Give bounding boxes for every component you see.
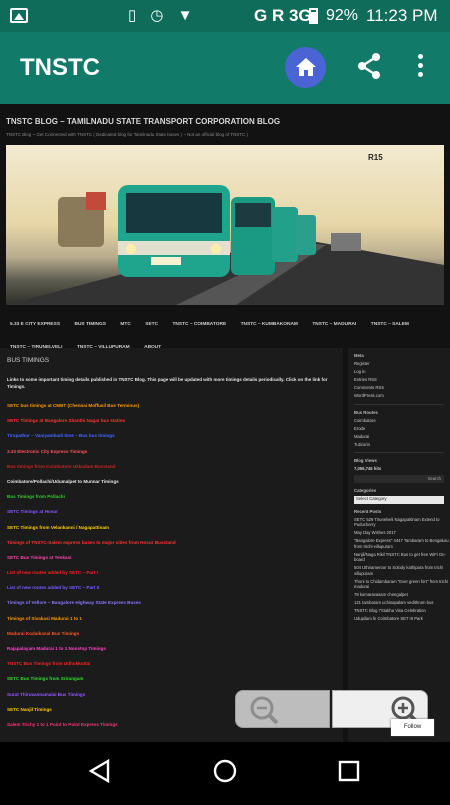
timing-link[interactable]: SETC Timings at Bangalore Shanthi Nagar … <box>7 418 337 433</box>
header-banner-image: R15 <box>6 145 444 305</box>
nav-item-city-express[interactable]: 5.33 E CITY EXPRESS <box>10 322 60 327</box>
timing-link[interactable]: Timings of Vellore – Bangalore Highway S… <box>7 600 337 615</box>
recent-post-link[interactable]: TNSTC Blog 7Stakha Visa Celebration <box>354 608 450 614</box>
zoom-out-button[interactable] <box>235 690 330 728</box>
blog-title[interactable]: TNSTC BLOG – TAMILNADU STATE TRANSPORT C… <box>6 117 280 126</box>
nav-item-mtc[interactable]: MTC <box>120 322 130 327</box>
nav-item-kumbakonam[interactable]: TNSTC – KUMBAKONAM <box>241 322 298 327</box>
route-link[interactable]: Madurai <box>354 434 450 440</box>
timing-links-list: SETC bus timings at CMBT (Chennai Moffus… <box>7 403 337 737</box>
search-button[interactable]: Search <box>428 476 441 481</box>
bus-plate-label: R15 <box>368 153 383 162</box>
categories-heading: Categories <box>354 487 377 493</box>
meta-link[interactable]: Register <box>354 361 450 367</box>
nav-item-bus-timings[interactable]: BUS TIMINGS <box>75 322 106 327</box>
timing-link[interactable]: Coimbatore/Pollachi/Udumalpet to Munnar … <box>7 479 337 494</box>
timing-link[interactable]: Rajapalayam Madurai 1 to 1 Nonstop Timin… <box>7 646 337 661</box>
network-indicator: G R 3G <box>254 6 312 25</box>
route-link[interactable]: Tuticorin <box>354 442 450 448</box>
back-button[interactable] <box>88 758 110 784</box>
home-icon <box>296 58 316 76</box>
blog-tagline: TNSTC Blog ~ Get Connected with TNSTC ( … <box>6 132 249 137</box>
timing-link[interactable]: 3.33 Electronic City Express Timings <box>7 449 337 464</box>
back-icon <box>88 758 110 784</box>
timing-link[interactable]: Bus Timings from Pollachi <box>7 494 337 509</box>
nav-item-madurai[interactable]: TNSTC – MADURAI <box>312 322 356 327</box>
meta-link[interactable]: Comments RSS <box>354 385 450 391</box>
views-count: 7,056,745 hits <box>354 466 382 471</box>
intro-text: Links to some important timing details p… <box>7 377 328 389</box>
battery-icon <box>309 8 318 24</box>
nav-item-setc[interactable]: SETC <box>145 322 158 327</box>
recent-post-link[interactable]: Nanjil/Naga Rikil TNSTC Bus to get free … <box>354 552 450 563</box>
search-input[interactable]: Search <box>354 474 444 483</box>
recents-icon <box>338 760 360 782</box>
timing-link[interactable]: SETC Bus Timings at Tenkasi <box>7 555 337 570</box>
gallery-icon <box>10 8 28 23</box>
overflow-menu-button[interactable] <box>418 54 424 81</box>
route-link[interactable]: Erode <box>354 426 450 432</box>
recent-post-link[interactable]: SETC 529 Tirunelveli Nagapattinam Extend… <box>354 517 450 528</box>
main-content: BUS TIMINGS Links to some important timi… <box>0 348 343 742</box>
divider <box>354 403 444 405</box>
app-bar: TNSTC <box>0 32 450 104</box>
app-title: TNSTC <box>20 54 100 81</box>
recent-post-link[interactable]: Thoni to Chidambaram "Ever green fort" f… <box>354 579 450 590</box>
timing-link[interactable]: Timings of Sivakasi Madurai 1 to 1 <box>7 616 337 631</box>
recent-post-link[interactable]: 121 tambaram uchinapalam vedithrum bus <box>354 600 450 606</box>
home-nav-button[interactable] <box>213 759 237 783</box>
timing-link[interactable]: Bus timings from Coimbatore Ukkadam Buss… <box>7 464 337 479</box>
recent-post-link[interactable]: 504 Uthirameroor to Solody kathipara fro… <box>354 565 450 576</box>
meta-link[interactable]: Log in <box>354 369 450 375</box>
status-bar: ▯ ◷ ▼ G R 3G 92% 11:23 PM <box>0 0 450 32</box>
meta-link[interactable]: WordPress.com <box>354 393 450 399</box>
clock: 11:23 PM <box>366 6 438 25</box>
meta-heading: Meta <box>354 353 364 358</box>
system-nav-bar <box>0 742 450 800</box>
divider <box>354 452 444 453</box>
category-select[interactable]: Select Category <box>354 495 444 504</box>
routes-heading: Bus Routes <box>354 409 378 415</box>
recent-post-link[interactable]: "Bangalore Express" 4447 Tambaram to Ben… <box>354 538 450 549</box>
nav-item-salem[interactable]: TNSTC – SALEM <box>371 322 409 327</box>
timing-link[interactable]: Timings of TNSTC-Salem express buses to … <box>7 540 337 555</box>
recent-posts-heading: Recent Posts <box>354 508 382 514</box>
timing-link[interactable]: List of new routes added by SETC – Part … <box>7 585 337 600</box>
timing-link[interactable]: Tirupathur – Vaniyambadi time – Bus bus … <box>7 433 337 448</box>
timing-link[interactable]: TNSTC Bus Timings from Udhukkottai <box>7 661 337 676</box>
battery-percent: 92% <box>326 7 359 24</box>
timing-link[interactable]: SETC Timings from Velankanni / Nagapatti… <box>7 525 337 540</box>
share-icon <box>358 53 380 79</box>
zoom-out-icon <box>250 696 279 725</box>
webview[interactable]: TNSTC BLOG – TAMILNADU STATE TRANSPORT C… <box>0 104 450 742</box>
meta-link[interactable]: Entries RSS <box>354 377 450 383</box>
home-circle-icon <box>213 759 237 783</box>
recent-post-link[interactable]: May Day Wishes 2017 <box>354 530 450 536</box>
recents-button[interactable] <box>338 760 360 782</box>
timing-link[interactable]: List of new routes added by SETC – Part … <box>7 570 337 585</box>
status-icons: ▯ ◷ ▼ <box>128 7 198 24</box>
recent-post-link[interactable]: Udupilam fe Coimbatore SET III Park <box>354 616 450 622</box>
home-button[interactable] <box>285 47 326 88</box>
follow-button[interactable]: Follow <box>391 719 434 736</box>
sidebar: Meta Register Log in Entries RSS Comment… <box>348 348 450 742</box>
timing-link[interactable]: SETC Timings at Hosur <box>7 509 337 524</box>
views-heading: Blog Views <box>354 458 377 463</box>
timing-link[interactable]: SETC bus timings at CMBT (Chennai Moffus… <box>7 403 337 418</box>
recent-posts-list: SETC 529 Tirunelveli Nagapattinam Extend… <box>348 517 450 622</box>
route-link[interactable]: Coimbatore <box>354 418 450 424</box>
nav-item-coimbatore[interactable]: TNSTC – COIMBATORE <box>173 322 227 327</box>
recent-post-link[interactable]: 78 kumaravasam chengalpet <box>354 592 450 598</box>
share-button[interactable] <box>356 52 382 85</box>
page-heading: BUS TIMINGS <box>7 357 50 364</box>
timing-link[interactable]: Madurai Kodaikanal Bus Timings <box>7 631 337 646</box>
